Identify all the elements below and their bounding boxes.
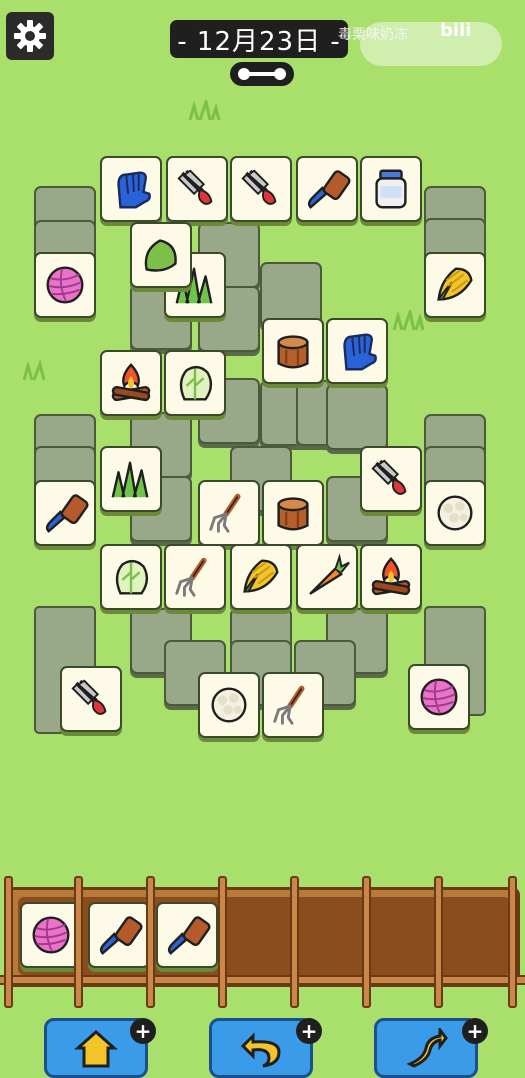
yarn-icon	[27, 911, 75, 959]
stump-icon	[269, 327, 317, 375]
fence-post	[362, 876, 371, 1008]
corn-icon	[431, 261, 479, 309]
tile-jar[interactable]	[360, 156, 422, 222]
cabbage-icon	[107, 553, 155, 601]
grass-decoration-icon	[22, 360, 46, 381]
tile-scissors[interactable]	[360, 446, 422, 512]
campfire-icon	[107, 359, 155, 407]
shuffle-out-plus[interactable]: +	[130, 1018, 156, 1044]
tile-scissors[interactable]	[166, 156, 228, 222]
tile-cauliflower[interactable]	[424, 480, 486, 546]
tile-scissors[interactable]	[230, 156, 292, 222]
campfire-icon	[367, 553, 415, 601]
shuffle-out-icon	[74, 1029, 118, 1068]
tile-cabbage[interactable]	[164, 350, 226, 416]
brush-icon	[95, 911, 143, 959]
yarn-icon	[415, 673, 463, 721]
fence-post	[4, 876, 13, 1008]
fence-post	[146, 876, 155, 1008]
scissors-icon	[367, 455, 415, 503]
shuffle-plus[interactable]: +	[462, 1018, 488, 1044]
tile-grass[interactable]	[100, 446, 162, 512]
glove-icon	[107, 165, 155, 213]
tray-slot-brush	[88, 902, 150, 968]
tile-stump[interactable]	[262, 318, 324, 384]
tile-glove[interactable]	[100, 156, 162, 222]
brush-icon	[163, 911, 211, 959]
tray-slot-yarn	[20, 902, 82, 968]
glove-icon	[333, 327, 381, 375]
tile-stump[interactable]	[262, 480, 324, 546]
tile-campfire[interactable]	[360, 544, 422, 610]
tile-scissors[interactable]	[60, 666, 122, 732]
fence-post	[218, 876, 227, 1008]
scissors-icon	[237, 165, 285, 213]
gear-icon	[14, 20, 46, 52]
cauliflower-icon	[205, 681, 253, 729]
brush-icon	[41, 489, 89, 537]
stump-icon	[269, 489, 317, 537]
fence-post	[434, 876, 443, 1008]
cauliflower-icon	[431, 489, 479, 537]
scissors-icon	[173, 165, 221, 213]
fence-post	[290, 876, 299, 1008]
link-icon	[230, 62, 294, 86]
tile-corn[interactable]	[424, 252, 486, 318]
undo-plus[interactable]: +	[296, 1018, 322, 1044]
fork-icon	[205, 489, 253, 537]
cabbage-icon	[171, 359, 219, 407]
tile-blocked	[326, 384, 388, 450]
tile-yarn[interactable]	[34, 252, 96, 318]
tile-brush[interactable]	[34, 480, 96, 546]
tile-cauliflower[interactable]	[198, 672, 260, 738]
tile-yarn[interactable]	[408, 664, 470, 730]
tile-fork[interactable]	[262, 672, 324, 738]
corn-icon	[237, 553, 285, 601]
tile-leaf[interactable]	[130, 222, 192, 288]
fork-icon	[171, 553, 219, 601]
yarn-icon	[41, 261, 89, 309]
date-label: - 12月23日 -	[170, 20, 348, 58]
brand-logo: bili	[440, 20, 472, 41]
tile-fork[interactable]	[164, 544, 226, 610]
grass-decoration-icon	[188, 100, 221, 121]
tile-campfire[interactable]	[100, 350, 162, 416]
jar-icon	[367, 165, 415, 213]
tile-carrot[interactable]	[296, 544, 358, 610]
tile-brush[interactable]	[296, 156, 358, 222]
tray-slot-brush	[156, 902, 218, 968]
leaf-icon	[137, 231, 185, 279]
tile-fork[interactable]	[198, 480, 260, 546]
tile-cabbage[interactable]	[100, 544, 162, 610]
carrot-icon	[303, 553, 351, 601]
tile-glove[interactable]	[326, 318, 388, 384]
uploader-watermark: 毒栗味奶冻	[338, 27, 408, 43]
fence-post	[508, 876, 517, 1008]
tile-corn[interactable]	[230, 544, 292, 610]
shuffle-icon	[406, 1028, 448, 1068]
grass-decoration-icon	[392, 310, 425, 331]
settings-button[interactable]	[6, 12, 54, 60]
brush-icon	[303, 165, 351, 213]
fence-post	[74, 876, 83, 1008]
undo-icon	[240, 1032, 281, 1068]
grass-icon	[107, 455, 155, 503]
fork-icon	[269, 681, 317, 729]
scissors-icon	[67, 675, 115, 723]
